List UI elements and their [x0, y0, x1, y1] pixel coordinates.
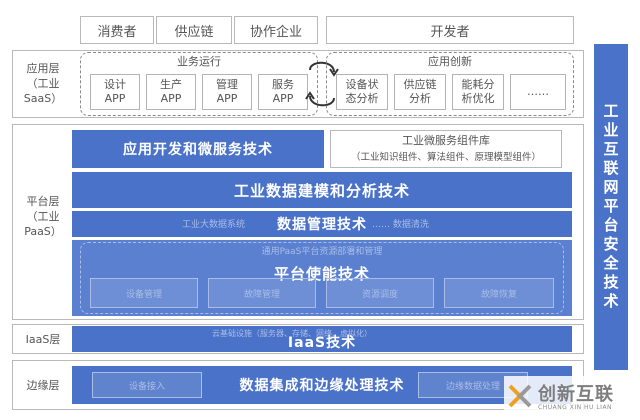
- supply-chain-analysis-app: 供应链 分析: [394, 74, 446, 110]
- iaas-technology-band: 云基础设施（服务器、存储、网络、虚拟化） IaaS技术: [72, 326, 572, 352]
- cloud-infrastructure-ghost: 云基础设施（服务器、存储、网络、虚拟化）: [212, 329, 372, 338]
- general-paas-title: 通用PaaS平台资源部署和管理: [261, 246, 383, 257]
- consumer-label: 消费者: [97, 24, 137, 40]
- energy-optimization-app: 能耗分 析优化: [452, 74, 504, 110]
- app-innovation-title: 应用创新: [428, 55, 472, 68]
- device-management-ghost: 设备管理: [90, 278, 198, 308]
- developer-label: 开发者: [430, 24, 470, 40]
- platform-security-bar: 工业互联网平台安全技术: [594, 44, 628, 370]
- supply-chain-box: 供应链: [156, 16, 232, 44]
- fault-management-ghost: 故障管理: [208, 278, 316, 308]
- industrial-data-modeling-band: 工业数据建模和分析技术: [72, 172, 572, 208]
- data-integration-edge-label: 数据集成和边缘处理技术: [239, 378, 405, 394]
- device-access-ghost-label: 设备接入: [128, 381, 165, 392]
- equipment-analysis-app: 设备状 态分析: [336, 74, 388, 110]
- consumer-box: 消费者: [80, 16, 154, 44]
- big-data-system-ghost: 工业大数据系统: [182, 220, 246, 230]
- fault-recovery-ghost: 故障恢复: [444, 278, 554, 308]
- microservice-library-subtitle: （工业知识组件、算法组件、原理模型组件）: [350, 152, 541, 163]
- microservice-library-title: 工业微服务组件库: [402, 134, 490, 147]
- production-app: 生产 APP: [146, 74, 196, 110]
- logo-subtitle: CHUANG XIN HU LIAN: [538, 404, 613, 411]
- data-management-band: 工业大数据系统 数据管理技术 …… 数据清洗: [72, 211, 572, 237]
- partner-box: 协作企业: [234, 16, 318, 44]
- developer-box: 开发者: [326, 16, 574, 44]
- design-app: 设计 APP: [90, 74, 140, 110]
- logo-watermark: 创新互联 CHUANG XIN HU LIAN: [504, 376, 636, 416]
- device-access-ghost: 设备接入: [92, 372, 202, 398]
- edge-data-processing-ghost-label: 边缘数据处理: [445, 381, 500, 392]
- edge-layer-label: 边缘层: [26, 378, 60, 392]
- logo-name: 创新互联: [538, 384, 614, 405]
- supply-chain-label: 供应链: [174, 24, 214, 40]
- paas-layer-label: 平台层 （工业PaaS）: [24, 194, 62, 238]
- data-management-label: 数据管理技术: [277, 217, 367, 233]
- data-integration-edge-band: 设备接入 数据集成和边缘处理技术 边缘数据处理: [72, 366, 572, 404]
- more-apps-placeholder: ……: [510, 74, 566, 110]
- saas-layer-label: 应用层 （工业SaaS）: [23, 61, 63, 105]
- service-app: 服务 APP: [258, 74, 308, 110]
- management-app: 管理 APP: [202, 74, 252, 110]
- data-cleaning-ghost: …… 数据清洗: [372, 220, 429, 230]
- iaas-layer-label: IaaS层: [25, 332, 61, 346]
- partner-label: 协作企业: [249, 24, 302, 40]
- business-ops-title: 业务运行: [177, 55, 221, 68]
- logo-x-icon: [508, 384, 532, 408]
- resource-scheduling-ghost: 资源调度: [326, 278, 434, 308]
- app-dev-microservice-band: 应用开发和微服务技术: [72, 130, 324, 168]
